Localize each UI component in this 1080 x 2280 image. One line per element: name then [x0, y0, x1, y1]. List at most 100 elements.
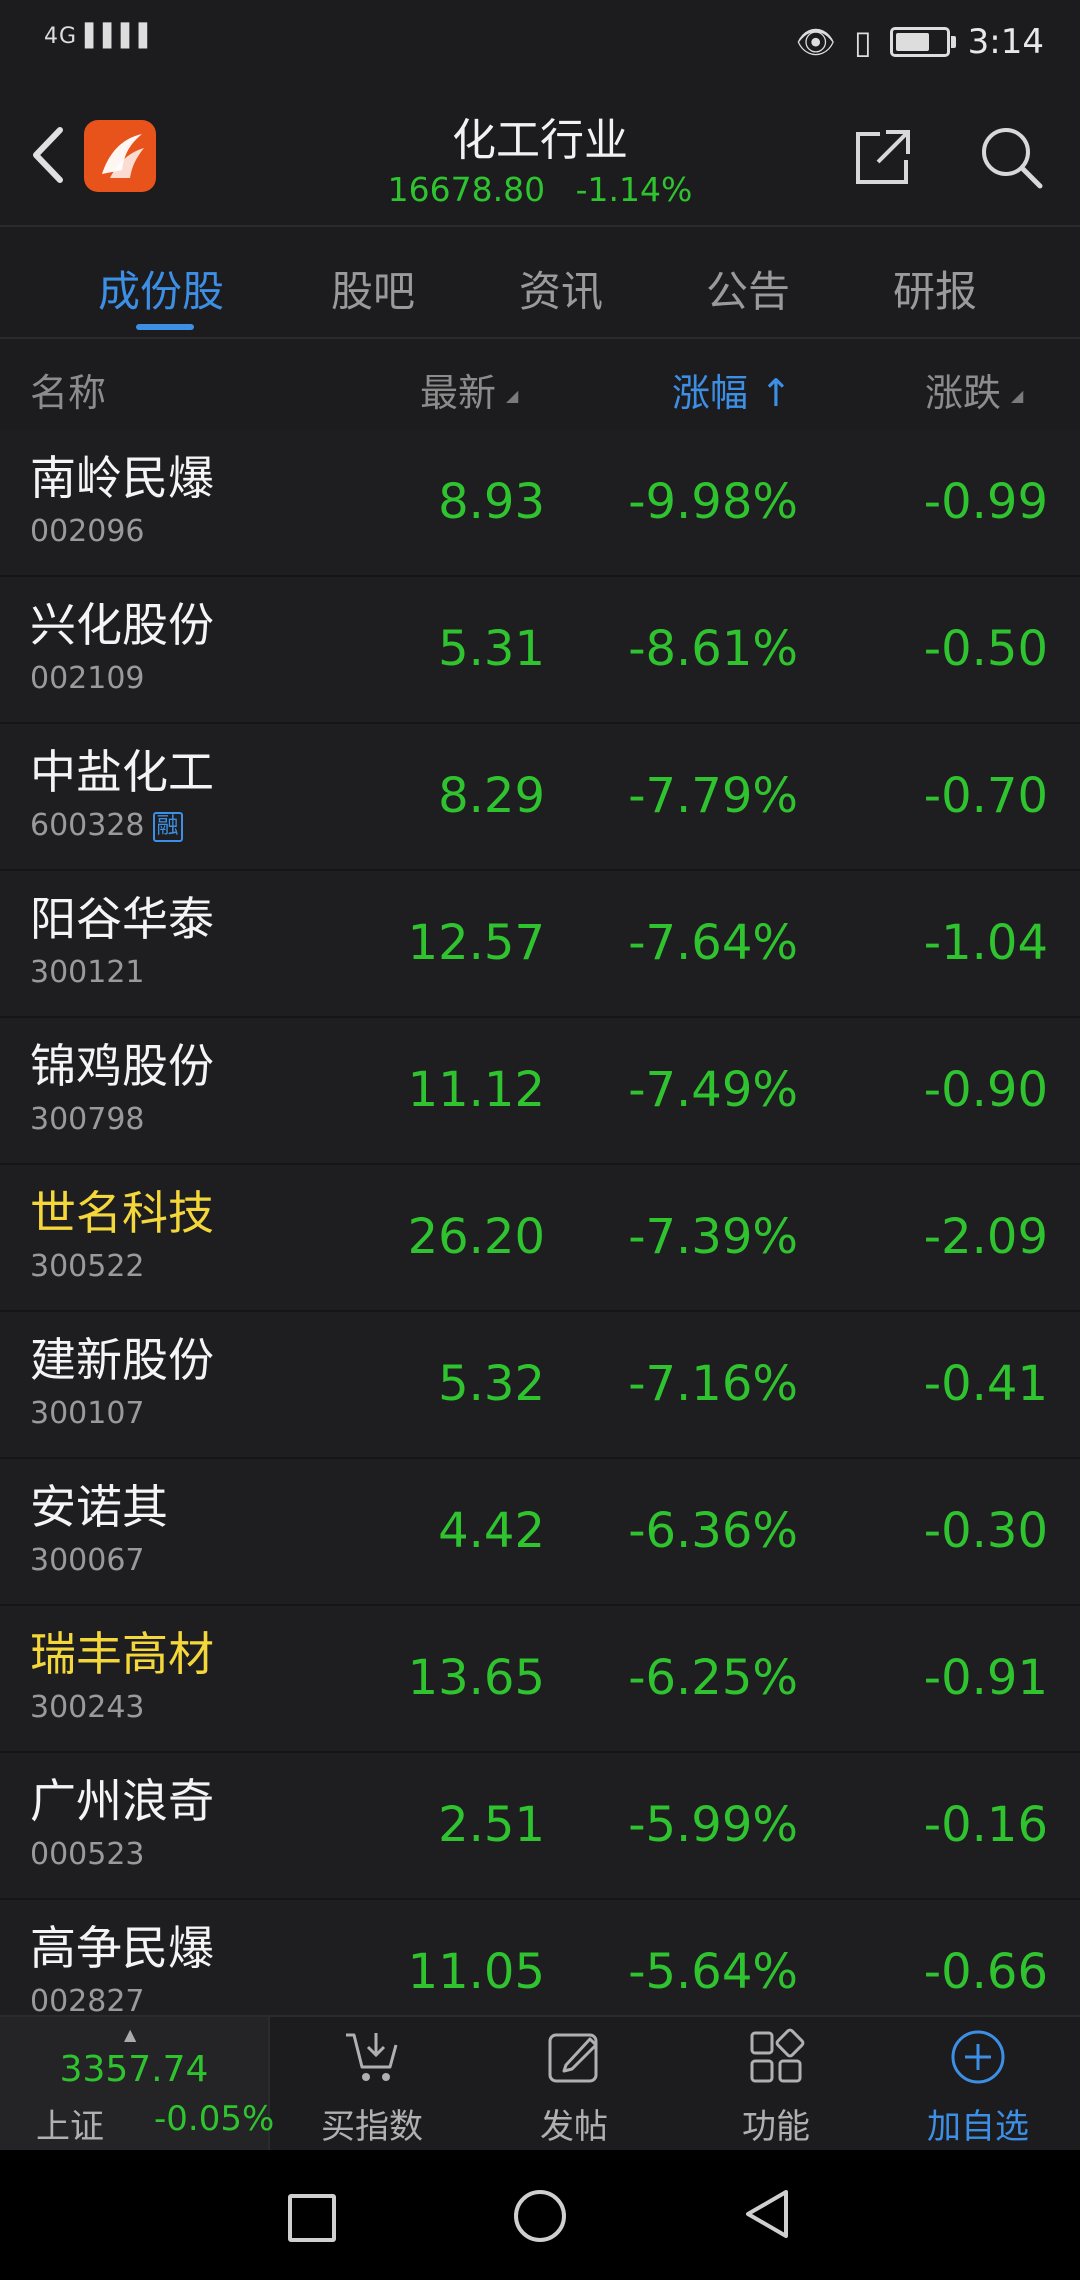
tab-news[interactable]: 资讯 [519, 258, 603, 319]
stock-price: 2.51 [438, 1797, 545, 1853]
stock-change-pct: -7.49% [628, 1062, 798, 1118]
search-icon[interactable] [978, 124, 1044, 190]
stock-code: 002109 [30, 661, 145, 696]
stock-change: -0.99 [923, 474, 1048, 530]
nav-back-icon[interactable] [742, 2186, 792, 2242]
col-change-pct[interactable]: 涨幅 ↑ [672, 362, 792, 417]
stock-code: 002096 [30, 514, 145, 549]
add-watchlist-button[interactable]: 加自选 [878, 2017, 1078, 2152]
stock-price: 4.42 [438, 1503, 545, 1559]
page-header: 化工行业 16678.80 -1.14% [0, 90, 1080, 227]
stock-row[interactable]: 中盐化工 600328 融 8.29 -7.79% -0.70 [0, 724, 1080, 871]
stock-change: -0.30 [923, 1503, 1048, 1559]
shanghai-index-widget[interactable]: ▲ 3357.74 上证 -0.05% [0, 2017, 274, 2152]
stock-change: -1.04 [923, 915, 1048, 971]
stock-name: 兴化股份 [30, 598, 214, 652]
stock-name: 南岭民爆 [30, 451, 214, 505]
stock-change: -0.66 [923, 1944, 1048, 2000]
stock-change: -0.70 [923, 768, 1048, 824]
col-latest-label: 最新 [420, 371, 497, 415]
status-icons: 👁 ▯ 3:14 [795, 22, 1044, 62]
col-change[interactable]: 涨跌 ◢ [925, 362, 1023, 417]
tab-research[interactable]: 研报 [893, 258, 977, 319]
stock-name: 阳谷华泰 [30, 892, 214, 946]
stock-code: 300121 [30, 955, 145, 990]
signal-icon: 4G ▌▌▌▌ [44, 24, 157, 49]
tab-active-indicator [136, 324, 194, 330]
stock-row[interactable]: 广州浪奇 000523 2.51 -5.99% -0.16 [0, 1753, 1080, 1900]
stock-change: -0.16 [923, 1797, 1048, 1853]
stock-code: 300243 [30, 1690, 145, 1725]
stock-change-pct: -5.99% [628, 1797, 798, 1853]
edit-icon [548, 2033, 598, 2083]
stock-price: 26.20 [407, 1209, 545, 1265]
index-value: 16678.80 [387, 170, 546, 209]
col-change-label: 涨跌 [925, 371, 1002, 415]
stock-code: 300522 [30, 1249, 145, 1284]
stock-code: 300107 [30, 1396, 145, 1431]
share-icon[interactable] [850, 124, 916, 190]
stock-price: 13.65 [407, 1650, 545, 1706]
buy-index-label: 买指数 [321, 2107, 423, 2147]
stock-change-pct: -5.64% [628, 1944, 798, 2000]
home-icon[interactable] [514, 2190, 566, 2242]
stock-row[interactable]: 阳谷华泰 300121 12.57 -7.64% -1.04 [0, 871, 1080, 1018]
index-quote: 16678.80 -1.14% [0, 170, 1080, 209]
buy-index-button[interactable]: 买指数 [272, 2017, 472, 2152]
stock-code: 300067 [30, 1543, 145, 1578]
stock-row[interactable]: 南岭民爆 002096 8.93 -9.98% -0.99 [0, 430, 1080, 577]
stock-code: 600328 [30, 808, 145, 843]
stock-name: 瑞丰高材 [30, 1627, 214, 1681]
stock-row[interactable]: 兴化股份 002109 5.31 -8.61% -0.50 [0, 577, 1080, 724]
page-title: 化工行业 [452, 115, 628, 166]
index-change: -1.14% [575, 170, 693, 209]
stock-change-pct: -9.98% [628, 474, 798, 530]
stock-change-pct: -6.25% [628, 1650, 798, 1706]
stock-price: 5.32 [438, 1356, 545, 1412]
stock-price: 8.29 [438, 768, 545, 824]
tab-forum[interactable]: 股吧 [331, 258, 415, 319]
status-bar: 4G ▌▌▌▌ 👁 ▯ 3:14 [0, 0, 1080, 90]
sort-indicator-icon: ◢ [506, 386, 519, 405]
stock-row[interactable]: 建新股份 300107 5.32 -7.16% -0.41 [0, 1312, 1080, 1459]
sh-index-pct: -0.05% [154, 2099, 275, 2139]
stock-row[interactable]: 瑞丰高材 300243 13.65 -6.25% -0.91 [0, 1606, 1080, 1753]
stock-code: 300798 [30, 1102, 145, 1137]
stock-change-pct: -7.16% [628, 1356, 798, 1412]
stock-row[interactable]: 安诺其 300067 4.42 -6.36% -0.30 [0, 1459, 1080, 1606]
margin-trading-badge: 融 [152, 812, 183, 842]
tab-constituents[interactable]: 成份股 [98, 258, 224, 319]
eye-icon: 👁 [795, 23, 837, 61]
stock-change-pct: -7.79% [628, 768, 798, 824]
stock-price: 11.12 [407, 1062, 545, 1118]
bottom-toolbar: ▲ 3357.74 上证 -0.05% 买指数 发帖 功能 加自选 [0, 2015, 1080, 2152]
stock-change: -0.90 [923, 1062, 1048, 1118]
sh-index-value: 3357.74 [59, 2049, 209, 2090]
functions-button[interactable]: 功能 [676, 2017, 876, 2152]
tab-announcements[interactable]: 公告 [706, 258, 790, 319]
stock-change: -2.09 [923, 1209, 1048, 1265]
stock-change-pct: -7.64% [628, 915, 798, 971]
stock-name: 高争民爆 [30, 1921, 214, 1975]
post-button[interactable]: 发帖 [474, 2017, 674, 2152]
stock-change: -0.91 [923, 1650, 1048, 1706]
add-watchlist-label: 加自选 [927, 2107, 1029, 2147]
recent-apps-icon[interactable] [288, 2194, 336, 2242]
post-label: 发帖 [540, 2107, 608, 2147]
stock-change-pct: -7.39% [628, 1209, 798, 1265]
sort-indicator-icon: ◢ [1011, 386, 1024, 405]
stock-row[interactable]: 世名科技 300522 26.20 -7.39% -2.09 [0, 1165, 1080, 1312]
col-name: 名称 [30, 371, 107, 415]
cart-icon [346, 2033, 398, 2081]
stock-change-pct: -6.36% [628, 1503, 798, 1559]
plus-circle-icon [951, 2030, 1005, 2084]
stock-code: 000523 [30, 1837, 145, 1872]
stock-row[interactable]: 锦鸡股份 300798 11.12 -7.49% -0.90 [0, 1018, 1080, 1165]
tab-bar: 成份股 股吧 资讯 公告 研报 [0, 232, 1080, 339]
column-header: 名称 最新 ◢ 涨幅 ↑ 涨跌 ◢ [0, 340, 1080, 430]
stock-name: 安诺其 [30, 1480, 168, 1534]
stock-code-wrap: 600328 融 [30, 808, 183, 843]
stock-price: 11.05 [407, 1944, 545, 2000]
stock-change-pct: -8.61% [628, 621, 798, 677]
col-latest[interactable]: 最新 ◢ [420, 362, 518, 417]
